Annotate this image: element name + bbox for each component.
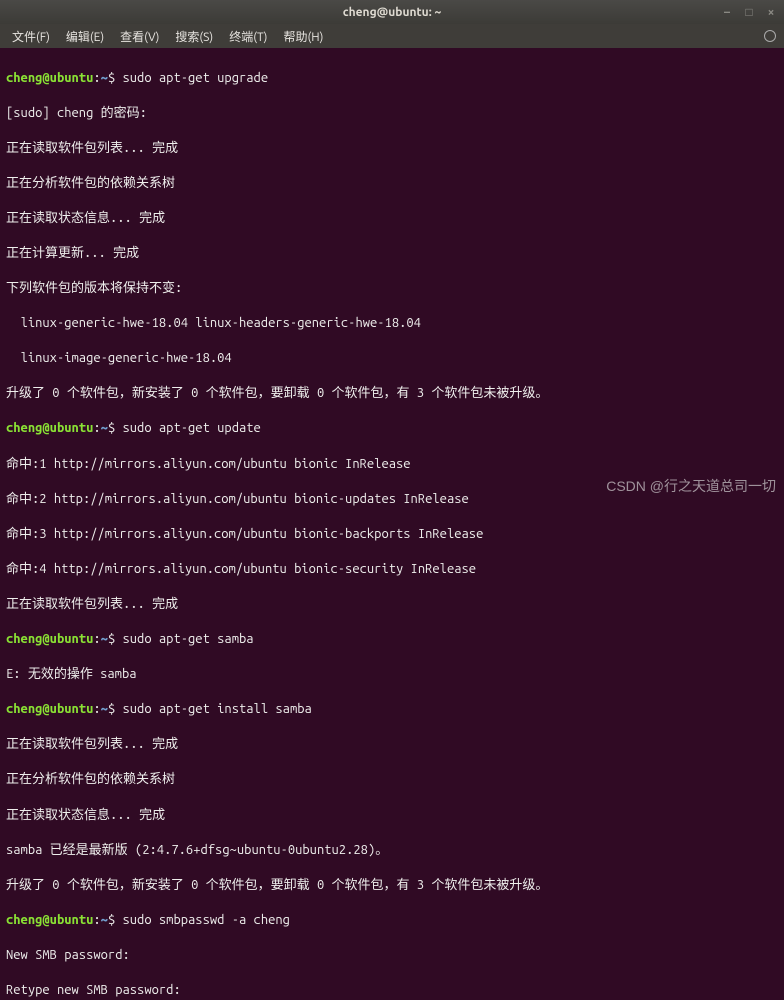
output-line: [sudo] cheng 的密码:	[6, 105, 778, 123]
cmd-text: sudo smbpasswd -a cheng	[123, 913, 290, 927]
prompt-path: ~	[101, 421, 108, 435]
prompt-colon: :	[93, 71, 100, 85]
prompt-user: cheng@ubuntu	[6, 421, 93, 435]
output-line: 正在读取软件包列表... 完成	[6, 736, 778, 754]
output-line: linux-generic-hwe-18.04 linux-headers-ge…	[6, 315, 778, 333]
cmd-text: sudo apt-get update	[123, 421, 261, 435]
prompt-path: ~	[101, 71, 108, 85]
output-line: 命中:1 http://mirrors.aliyun.com/ubuntu bi…	[6, 456, 778, 474]
prompt-path: ~	[101, 913, 108, 927]
output-line: 正在读取状态信息... 完成	[6, 210, 778, 228]
output-line: New SMB password:	[6, 947, 778, 965]
minimize-icon[interactable]: –	[720, 5, 734, 19]
output-line: 下列软件包的版本将保持不变:	[6, 280, 778, 298]
output-line: 正在分析软件包的依赖关系树	[6, 175, 778, 193]
window-title: cheng@ubuntu: ~	[343, 6, 442, 19]
menu-file[interactable]: 文件(F)	[6, 25, 56, 48]
menu-edit[interactable]: 编辑(E)	[60, 25, 110, 48]
menu-help[interactable]: 帮助(H)	[277, 25, 329, 48]
prompt-user: cheng@ubuntu	[6, 913, 93, 927]
output-line: 升级了 0 个软件包，新安装了 0 个软件包，要卸载 0 个软件包，有 3 个软…	[6, 877, 778, 895]
output-line: 命中:2 http://mirrors.aliyun.com/ubuntu bi…	[6, 491, 778, 509]
output-line: 正在分析软件包的依赖关系树	[6, 771, 778, 789]
prompt-path: ~	[101, 632, 108, 646]
output-line: Retype new SMB password:	[6, 982, 778, 1000]
close-icon[interactable]: ×	[764, 5, 778, 19]
output-line: 命中:4 http://mirrors.aliyun.com/ubuntu bi…	[6, 561, 778, 579]
menu-search[interactable]: 搜索(S)	[169, 25, 219, 48]
cmd-text: sudo apt-get upgrade	[123, 71, 269, 85]
output-line: samba 已经是最新版 (2:4.7.6+dfsg~ubuntu-0ubunt…	[6, 842, 778, 860]
prompt-symbol: $	[108, 71, 115, 85]
prompt-user: cheng@ubuntu	[6, 71, 93, 85]
output-line: 命中:3 http://mirrors.aliyun.com/ubuntu bi…	[6, 526, 778, 544]
prompt-path: ~	[101, 702, 108, 716]
menu-indicator-icon	[764, 30, 776, 42]
prompt-user: cheng@ubuntu	[6, 702, 93, 716]
menu-terminal[interactable]: 终端(T)	[223, 25, 273, 48]
output-line: 正在计算更新... 完成	[6, 245, 778, 263]
menu-view[interactable]: 查看(V)	[114, 25, 165, 48]
output-line: 正在读取状态信息... 完成	[6, 807, 778, 825]
output-line: 正在读取软件包列表... 完成	[6, 140, 778, 158]
cmd-text: sudo apt-get install samba	[123, 702, 312, 716]
terminal-area[interactable]: cheng@ubuntu:~$ sudo apt-get upgrade [su…	[0, 48, 784, 1000]
prompt-user: cheng@ubuntu	[6, 632, 93, 646]
output-line: 升级了 0 个软件包，新安装了 0 个软件包，要卸载 0 个软件包，有 3 个软…	[6, 385, 778, 403]
output-line: 正在读取软件包列表... 完成	[6, 596, 778, 614]
output-line: linux-image-generic-hwe-18.04	[6, 350, 778, 368]
menubar: 文件(F) 编辑(E) 查看(V) 搜索(S) 终端(T) 帮助(H)	[0, 24, 784, 48]
window-controls: – □ ×	[720, 5, 778, 19]
window-titlebar: cheng@ubuntu: ~ – □ ×	[0, 0, 784, 24]
output-line: E: 无效的操作 samba	[6, 666, 778, 684]
cmd-text: sudo apt-get samba	[123, 632, 254, 646]
maximize-icon[interactable]: □	[742, 5, 756, 19]
